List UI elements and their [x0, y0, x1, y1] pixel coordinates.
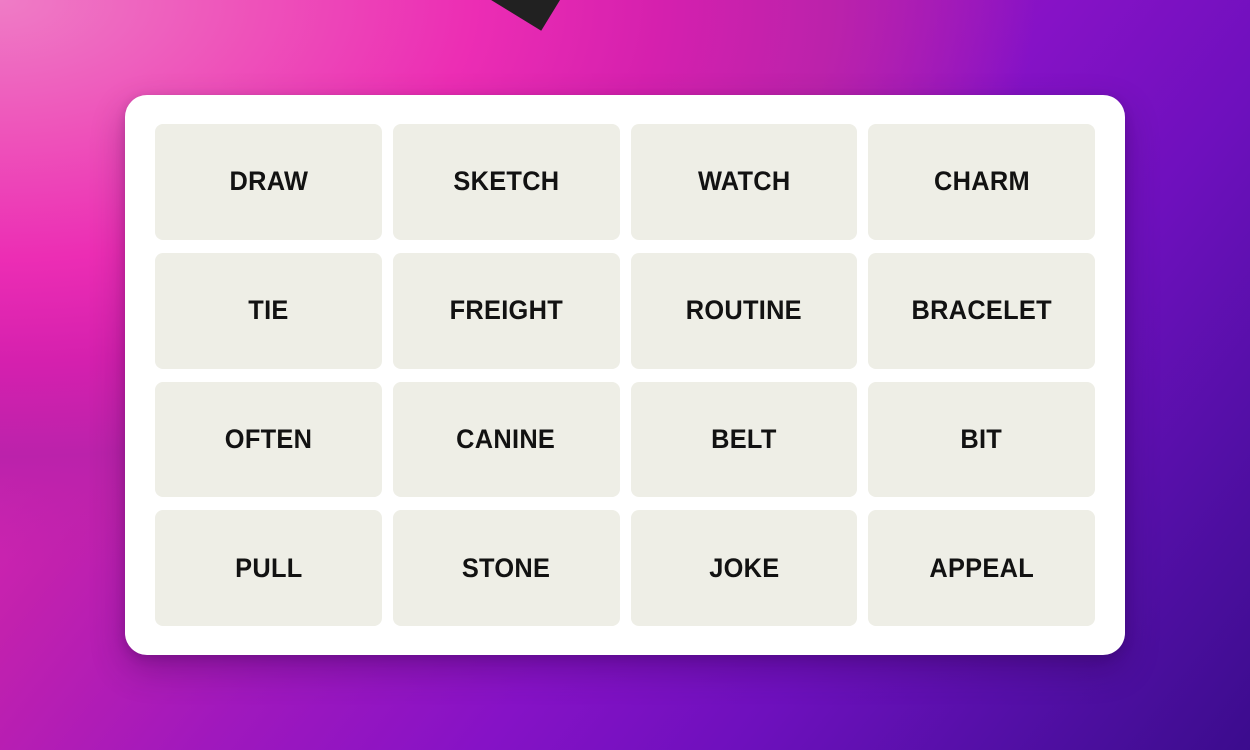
word-tile[interactable]: TIE	[155, 252, 382, 369]
word-tile-label: ROUTINE	[685, 295, 802, 326]
word-tile[interactable]: BIT	[868, 381, 1095, 498]
word-tile[interactable]: STONE	[392, 510, 620, 626]
word-tile[interactable]: JOKE	[630, 510, 858, 626]
word-tile-label: WATCH	[697, 166, 791, 197]
word-tile-label: APPEAL	[929, 552, 1034, 583]
word-tile[interactable]: BELT	[630, 381, 858, 498]
word-tile-label: DRAW	[229, 166, 308, 197]
word-tile[interactable]: APPEAL	[868, 510, 1095, 626]
word-tile[interactable]: WATCH	[630, 124, 858, 240]
word-tile-label: BRACELET	[911, 295, 1052, 326]
word-tile-label: TIE	[248, 295, 289, 326]
word-grid: DRAW SKETCH WATCH CHARM TIE FREIGHT ROUT…	[155, 124, 1095, 626]
word-tile[interactable]: PULL	[155, 510, 382, 626]
word-tile[interactable]: OFTEN	[155, 381, 382, 498]
word-tile-label: BIT	[960, 423, 1003, 454]
puzzle-card: DRAW SKETCH WATCH CHARM TIE FREIGHT ROUT…	[125, 95, 1125, 655]
word-tile[interactable]: SKETCH	[392, 124, 620, 240]
word-tile-label: PULL	[234, 552, 303, 583]
word-tile[interactable]: CHARM	[868, 124, 1095, 240]
date-label: DECEMBER 19	[374, 0, 554, 4]
word-tile-label: FREIGHT	[449, 295, 563, 326]
word-tile-label: BELT	[711, 423, 777, 454]
word-tile-label: OFTEN	[224, 423, 313, 454]
date-ribbon: DECEMBER 19	[0, 0, 579, 31]
word-tile[interactable]: FREIGHT	[392, 252, 620, 369]
word-tile-label: JOKE	[708, 552, 779, 583]
word-tile-label: STONE	[461, 552, 551, 583]
word-tile[interactable]: ROUTINE	[630, 252, 858, 369]
word-tile-label: SKETCH	[453, 166, 560, 197]
word-tile[interactable]: BRACELET	[868, 252, 1095, 369]
word-tile-label: CANINE	[456, 423, 556, 454]
word-tile[interactable]: CANINE	[392, 381, 620, 498]
puzzle-screen: DRAW SKETCH WATCH CHARM TIE FREIGHT ROUT…	[0, 0, 1250, 750]
word-tile-label: CHARM	[933, 166, 1030, 197]
word-tile[interactable]: DRAW	[155, 124, 382, 240]
